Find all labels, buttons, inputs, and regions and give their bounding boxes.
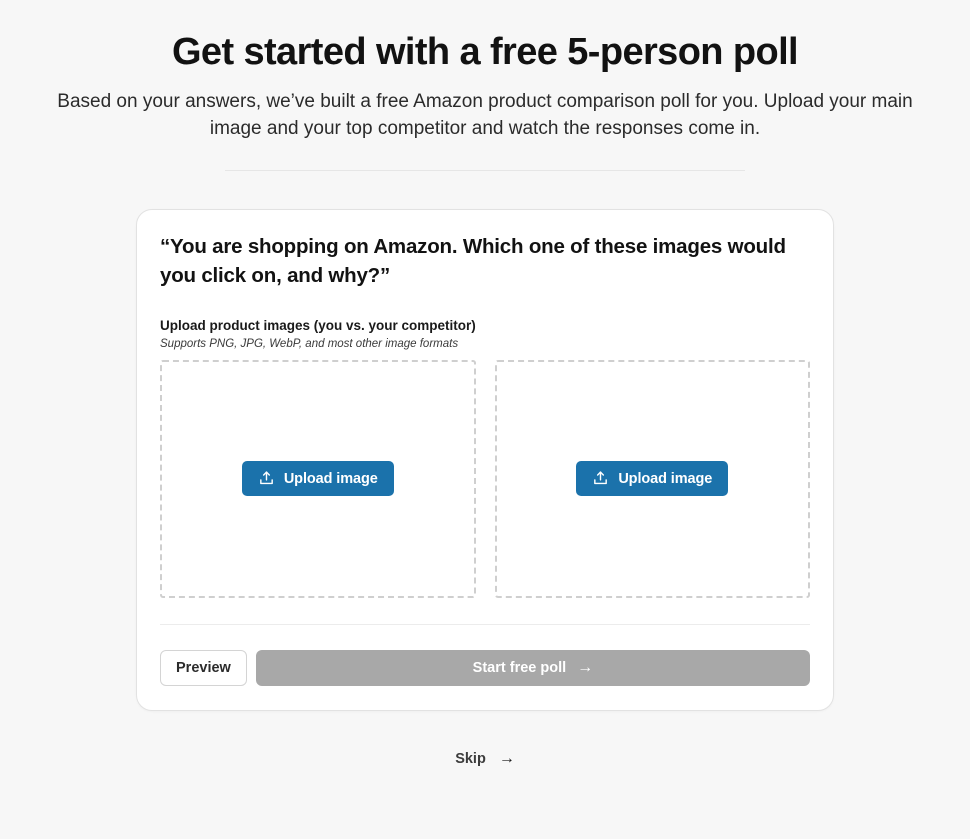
page-title: Get started with a free 5-person poll	[171, 31, 799, 73]
start-free-poll-label: Start free poll	[472, 659, 567, 676]
preview-button[interactable]: Preview	[160, 649, 247, 686]
skip-label: Skip	[455, 750, 486, 767]
dropzone-your-product[interactable]: Upload image	[160, 359, 476, 598]
upload-image-button-label: Upload image	[618, 470, 713, 487]
page-root: Get started with a free 5-person poll Ba…	[0, 0, 970, 839]
poll-card: “You are shopping on Amazon. Which one o…	[136, 208, 834, 711]
start-free-poll-button[interactable]: Start free poll →	[255, 649, 810, 686]
arrow-right-icon: →	[498, 749, 515, 767]
header-divider	[225, 169, 745, 171]
upload-image-button-competitor[interactable]: Upload image	[576, 461, 729, 497]
upload-image-button-label: Upload image	[283, 470, 378, 487]
upload-icon	[258, 470, 275, 487]
dropzone-row: Upload image Upload image	[160, 359, 810, 598]
upload-format-hint: Supports PNG, JPG, WebP, and most other …	[160, 337, 459, 350]
card-actions: Preview Start free poll →	[160, 649, 810, 686]
upload-section-label: Upload product images (you vs. your comp…	[160, 317, 476, 333]
page-subtitle: Based on your answers, we’ve built a fre…	[57, 90, 913, 139]
actions-divider	[160, 623, 810, 625]
upload-image-button-primary[interactable]: Upload image	[241, 461, 394, 497]
dropzone-competitor-product[interactable]: Upload image	[494, 359, 810, 598]
poll-question: “You are shopping on Amazon. Which one o…	[160, 234, 786, 287]
arrow-right-icon: →	[577, 658, 594, 676]
upload-icon	[592, 470, 609, 487]
skip-link[interactable]: Skip →	[455, 749, 515, 767]
